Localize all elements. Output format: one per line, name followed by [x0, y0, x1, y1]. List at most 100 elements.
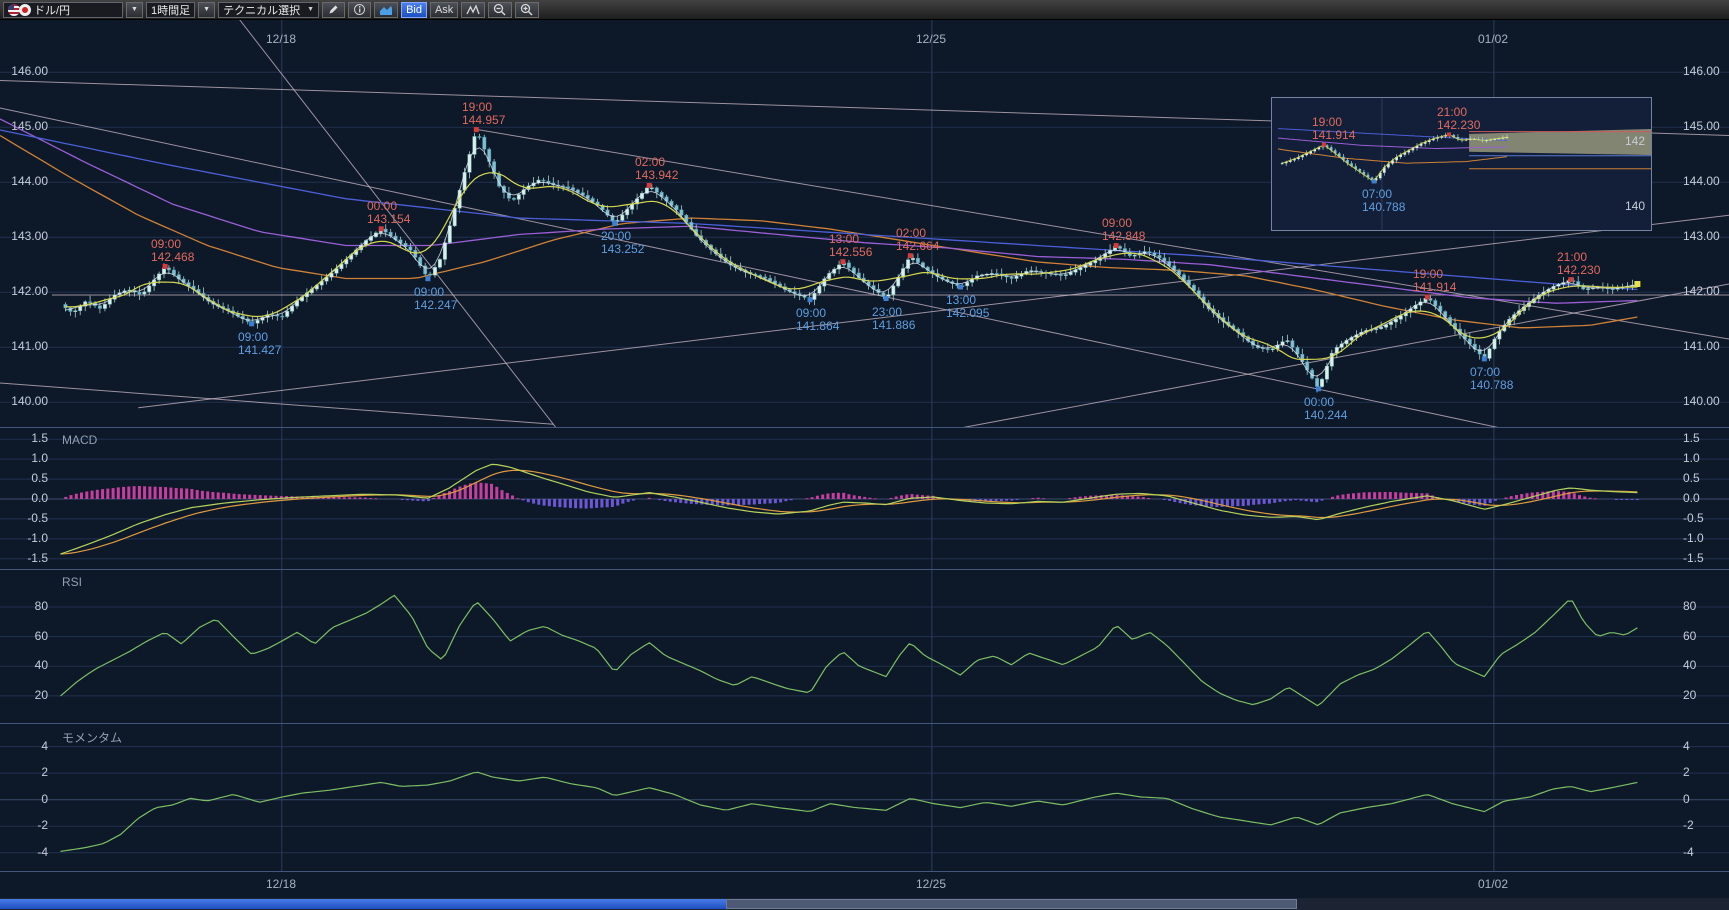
- annotation-price: 142.664: [896, 239, 939, 253]
- scrollbar-range-indicator: [0, 899, 726, 909]
- momentum-panel[interactable]: モメンタム 442200-2-2-4-4: [0, 723, 1729, 871]
- annotation-price: 143.154: [367, 212, 410, 226]
- annotation-time: 02:00: [635, 155, 665, 169]
- annotation-price: 142.095: [946, 306, 989, 320]
- macd-panel[interactable]: MACD 1.51.51.01.00.50.50.00.0-0.5-0.5-1.…: [0, 427, 1729, 569]
- y-axis-label: 40: [4, 658, 48, 672]
- y-axis-label: 2: [4, 765, 48, 779]
- y-axis-label: -4: [1683, 845, 1727, 859]
- zoom-out-icon: [493, 3, 507, 17]
- y-axis-label: 140.00: [4, 394, 48, 408]
- y-axis-label: 0.0: [1683, 491, 1727, 505]
- annotation-price: 143.942: [635, 168, 678, 182]
- y-axis-label: 0.5: [1683, 471, 1727, 485]
- annotation-time: 21:00: [1557, 250, 1587, 264]
- y-axis-label: 1.0: [4, 451, 48, 465]
- annotation-time: 09:00: [414, 285, 444, 299]
- annotation-price: 140.244: [1304, 408, 1347, 422]
- annotation-time: 09:00: [151, 237, 181, 251]
- horizontal-scrollbar[interactable]: [0, 898, 1729, 910]
- y-axis-label: -2: [4, 818, 48, 832]
- annotation-price: 144.957: [462, 113, 505, 127]
- y-axis-label: 0: [4, 792, 48, 806]
- annotation-price: 143.252: [601, 242, 644, 256]
- y-axis-label: 145.00: [4, 119, 48, 133]
- technical-select[interactable]: テクニカル選択 ▼: [218, 2, 319, 18]
- inset-annotation-time: 19:00: [1312, 115, 1342, 129]
- scrollbar-thumb[interactable]: [726, 899, 1297, 909]
- currency-pair-select[interactable]: ドル/円: [3, 2, 123, 18]
- chart-style-button[interactable]: [374, 2, 398, 18]
- annotation-price: 141.886: [872, 318, 915, 332]
- annotation-time: 20:00: [601, 229, 631, 243]
- inset-annotation-time: 21:00: [1437, 105, 1467, 119]
- timeframe-dropdown-button[interactable]: ▼: [198, 2, 215, 18]
- x-axis-label: 01/02: [1478, 877, 1508, 891]
- rsi-panel[interactable]: RSI 8080606040402020: [0, 569, 1729, 723]
- macd-panel-label: MACD: [62, 433, 97, 447]
- y-axis-label: 1.0: [1683, 451, 1727, 465]
- pair-dropdown-button[interactable]: ▼: [126, 2, 143, 18]
- y-axis-label: -1.0: [1683, 531, 1727, 545]
- draw-tool-button[interactable]: [322, 2, 345, 18]
- time-axis: 12/1812/2501/02: [0, 871, 1729, 898]
- annotation-price: 142.556: [829, 245, 872, 259]
- y-axis-label: -1.5: [1683, 551, 1727, 565]
- y-axis-label: 20: [4, 688, 48, 702]
- annotation-price: 142.230: [1557, 263, 1600, 277]
- inset-chart-window[interactable]: 19:00141.91421:00142.23007:00140.7881421…: [1271, 97, 1652, 231]
- x-axis-label: 01/02: [1478, 32, 1508, 46]
- inset-annotation-time: 07:00: [1362, 187, 1392, 201]
- toolbar: ドル/円 ▼ 1時間足 ▼ テクニカル選択 ▼ Bid Ask: [0, 0, 1729, 20]
- y-axis-label: -2: [1683, 818, 1727, 832]
- fx-trading-chart-window: ドル/円 ▼ 1時間足 ▼ テクニカル選択 ▼ Bid Ask: [0, 0, 1729, 910]
- y-axis-label: 143.00: [1683, 229, 1727, 243]
- chart-type-button[interactable]: [461, 2, 485, 18]
- info-button[interactable]: [348, 2, 371, 18]
- annotation-time: 07:00: [1470, 365, 1500, 379]
- currency-pair-label: ドル/円: [34, 2, 70, 18]
- inset-y-axis-label: 142: [1625, 134, 1645, 148]
- timeframe-select[interactable]: 1時間足: [146, 2, 195, 18]
- annotation-time: 19:00: [1413, 267, 1443, 281]
- x-axis-label: 12/18: [266, 877, 296, 891]
- y-axis-label: 4: [1683, 739, 1727, 753]
- y-axis-label: 4: [4, 739, 48, 753]
- inset-annotation-price: 141.914: [1312, 128, 1355, 142]
- momentum-panel-label: モメンタム: [62, 729, 122, 746]
- inset-y-axis-label: 140: [1625, 199, 1645, 213]
- annotation-price: 142.468: [151, 250, 194, 264]
- zoom-in-icon: [520, 3, 534, 17]
- zoom-in-button[interactable]: [515, 2, 539, 18]
- annotation-time: 09:00: [796, 306, 826, 320]
- y-axis-label: 140.00: [1683, 394, 1727, 408]
- y-axis-label: 80: [1683, 599, 1727, 613]
- y-axis-label: 40: [1683, 658, 1727, 672]
- y-axis-label: 142.00: [1683, 284, 1727, 298]
- x-axis-label: 12/18: [266, 32, 296, 46]
- y-axis-label: 141.00: [1683, 339, 1727, 353]
- y-axis-label: 142.00: [4, 284, 48, 298]
- annotation-price: 140.788: [1470, 378, 1513, 392]
- annotation-price: 142.848: [1102, 229, 1145, 243]
- annotation-time: 00:00: [367, 199, 397, 213]
- y-axis-label: 60: [1683, 629, 1727, 643]
- annotation-price: 141.864: [796, 319, 839, 333]
- annotation-time: 09:00: [1102, 216, 1132, 230]
- chevron-down-icon: ▼: [203, 6, 210, 13]
- bid-button[interactable]: Bid: [401, 2, 427, 18]
- technical-select-label: テクニカル選択: [223, 2, 300, 18]
- ask-button[interactable]: Ask: [430, 2, 458, 18]
- zoom-out-button[interactable]: [488, 2, 512, 18]
- inset-annotation-price: 142.230: [1437, 118, 1480, 132]
- y-axis-label: 145.00: [1683, 119, 1727, 133]
- y-axis-label: 143.00: [4, 229, 48, 243]
- y-axis-label: 0: [1683, 792, 1727, 806]
- y-axis-label: 60: [4, 629, 48, 643]
- y-axis-label: -1.0: [4, 531, 48, 545]
- chevron-down-icon: ▼: [307, 6, 314, 13]
- chevron-down-icon: ▼: [131, 6, 138, 13]
- y-axis-label: -4: [4, 845, 48, 859]
- annotation-time: 00:00: [1304, 395, 1334, 409]
- jp-flag-icon: [19, 4, 31, 16]
